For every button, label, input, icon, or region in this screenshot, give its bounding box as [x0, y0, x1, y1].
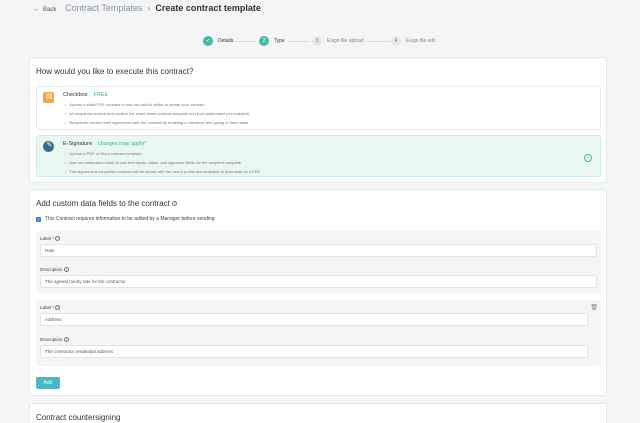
top-bar: ← Back Contract Templates › Create contr… — [0, 0, 640, 22]
help-icon[interactable]: ? — [63, 267, 69, 273]
label-field-label: Label * ? — [40, 236, 61, 242]
step-type[interactable]: 2 Type — [259, 36, 285, 46]
step-number: 2 — [259, 36, 269, 46]
execution-title: How would you like to execute this contr… — [36, 67, 194, 76]
arrow-left-icon: ← — [33, 6, 40, 13]
step-label: Esign file upload — [327, 38, 364, 44]
countersigning-title: Contract countersigning — [36, 413, 121, 422]
step-connector — [288, 41, 310, 42]
description-field-label: Description ? — [40, 267, 69, 273]
label-input[interactable]: Rate — [40, 244, 597, 257]
step-number: 4 — [391, 36, 401, 46]
manager-required-checkbox[interactable]: ✓ This Contract requires information to … — [36, 216, 215, 222]
field-group: 🗑 Label * ? Address Description ? The co… — [36, 300, 601, 366]
step-esign-upload[interactable]: 3 Esign file upload — [312, 36, 364, 46]
step-connector — [366, 41, 390, 42]
checkbox-label: This Contract requires information to be… — [45, 216, 215, 222]
free-tag: FREE — [93, 92, 109, 98]
step-check-icon: ✓ — [203, 36, 213, 46]
add-field-button[interactable]: Add — [36, 377, 60, 389]
help-icon[interactable]: ? — [55, 305, 61, 311]
option-esignature[interactable]: ✎ E-Signature charges may apply* Upload … — [36, 135, 601, 177]
help-icon[interactable]: ? — [172, 201, 178, 207]
field-group: Label * ? Rate Description ? The agreed … — [36, 231, 601, 293]
step-label: Details — [218, 38, 234, 44]
description-input[interactable]: The agreed hourly rate for the contracto… — [40, 275, 597, 288]
back-label: Back — [43, 6, 57, 13]
help-icon[interactable]: ? — [55, 236, 61, 242]
breadcrumb-separator: › — [147, 3, 151, 13]
option-name: Checkbox — [63, 92, 88, 98]
help-icon[interactable]: ? — [63, 337, 69, 343]
label-input[interactable]: Address — [40, 313, 588, 326]
custom-fields-title: Add custom data fields to the contract ? — [36, 199, 178, 208]
step-label: Esign file edit — [406, 38, 436, 44]
charges-tag: charges may apply* — [98, 141, 147, 147]
label-field-label: Label * ? — [40, 305, 61, 311]
selected-check-icon: ✓ — [584, 154, 592, 162]
back-link[interactable]: ← Back — [33, 6, 56, 13]
step-esign-edit[interactable]: 4 Esign file edit — [391, 36, 436, 46]
trash-icon[interactable]: 🗑 — [590, 304, 598, 311]
option-checkbox[interactable]: ▤ Checkbox FREE Upload a static PDF cont… — [36, 86, 601, 130]
option-description: Upload a PDF or Word contract template U… — [65, 149, 260, 176]
description-field-label: Description ? — [40, 337, 69, 343]
step-number: 3 — [312, 36, 322, 46]
stepper: ✓ Details 2 Type 3 Esign file upload 4 E… — [0, 36, 640, 48]
breadcrumb-parent[interactable]: Contract Templates — [65, 3, 142, 13]
breadcrumb: Contract Templates › Create contract tem… — [65, 3, 261, 13]
option-description: Upload a static PDF contract or use our … — [65, 100, 249, 127]
custom-fields-card: Add custom data fields to the contract ?… — [29, 189, 607, 396]
step-label: Type — [274, 38, 285, 44]
step-details[interactable]: ✓ Details — [203, 36, 233, 46]
checkbox-checked-icon[interactable]: ✓ — [36, 216, 41, 222]
step-connector — [232, 41, 256, 42]
option-name: E-Signature — [63, 141, 93, 147]
description-input[interactable]: The contractor residential address — [40, 345, 588, 358]
execution-card: How would you like to execute this contr… — [29, 57, 607, 183]
countersigning-card: Contract countersigning — [29, 403, 607, 423]
page-title: Create contract template — [155, 3, 261, 13]
